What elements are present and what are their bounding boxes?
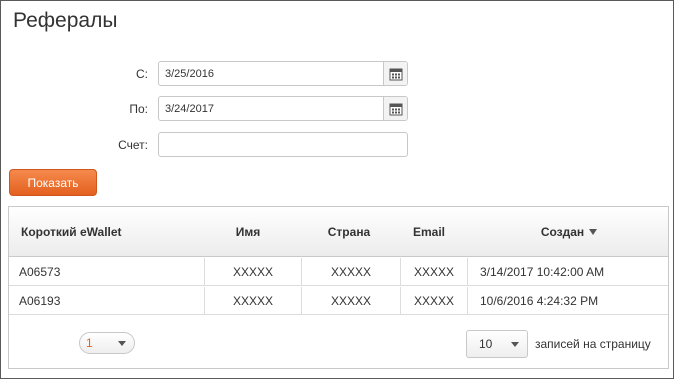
column-header-country[interactable]: Страна [309, 207, 389, 257]
column-header-email[interactable]: Email [399, 207, 459, 257]
page-select[interactable]: 1 [79, 332, 135, 354]
account-label: Счет: [118, 138, 148, 152]
table-header: Короткий eWallet Имя Страна Email Создан [9, 207, 668, 257]
cell-short-ewallet: A06193 [19, 294, 61, 308]
to-date-value: 3/24/2017 [165, 102, 214, 115]
column-header-name[interactable]: Имя [205, 207, 291, 257]
to-date-label: По: [129, 102, 148, 116]
show-button[interactable]: Показать [9, 169, 97, 196]
cell-name: XXXXX [204, 258, 301, 286]
to-date-field[interactable]: 3/24/2017 [158, 96, 408, 121]
page-size-label: записей на страницу [535, 337, 651, 351]
cell-created: 10/6/2016 4:24:32 PM [467, 287, 668, 315]
to-date-calendar-button[interactable] [383, 97, 407, 120]
chevron-down-icon [511, 342, 519, 347]
from-date-value: 3/25/2016 [165, 67, 214, 80]
column-header-short-ewallet[interactable]: Короткий eWallet [21, 207, 122, 257]
column-header-created[interactable]: Создан [469, 207, 669, 257]
page-title: Рефералы [13, 9, 118, 32]
page-size-value: 10 [479, 337, 493, 351]
table-row[interactable]: A06573 XXXXX XXXXX XXXXX 3/14/2017 10:42… [9, 258, 668, 286]
calendar-icon [389, 68, 402, 80]
account-field[interactable] [158, 132, 408, 157]
referrals-table: Короткий eWallet Имя Страна Email Создан… [8, 206, 669, 369]
pager: 1 10 записей на страницу [9, 318, 668, 368]
cell-email: XXXXX [400, 258, 467, 286]
cell-created: 3/14/2017 10:42:00 AM [467, 258, 668, 286]
from-date-label: С: [136, 67, 148, 81]
page-size-select[interactable]: 10 [466, 330, 528, 358]
cell-name: XXXXX [204, 287, 301, 315]
chevron-down-icon [118, 341, 126, 346]
column-header-created-label: Создан [540, 225, 585, 239]
cell-email: XXXXX [400, 287, 467, 315]
current-page-value: 1 [86, 336, 93, 350]
cell-country: XXXXX [301, 258, 400, 286]
cell-short-ewallet: A06573 [19, 265, 61, 279]
page-frame: Рефералы С: 3/25/2016 По: 3/24/2017 Счет… [0, 0, 674, 379]
from-date-calendar-button[interactable] [383, 62, 407, 85]
from-date-field[interactable]: 3/25/2016 [158, 61, 408, 86]
sort-desc-icon [589, 229, 598, 235]
calendar-icon [389, 103, 402, 115]
table-row[interactable]: A06193 XXXXX XXXXX XXXXX 10/6/2016 4:24:… [9, 287, 668, 315]
cell-country: XXXXX [301, 287, 400, 315]
